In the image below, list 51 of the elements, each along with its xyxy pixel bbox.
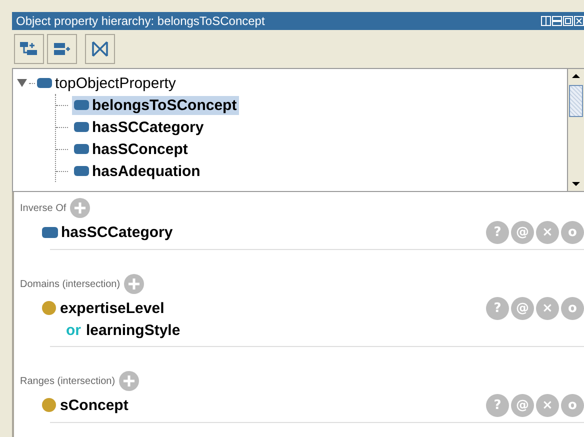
scrollbar-thumb[interactable]: [569, 85, 583, 117]
property-icon: [37, 78, 52, 88]
scrollbar[interactable]: [567, 69, 584, 191]
tree-item[interactable]: hasSConcept: [72, 140, 190, 158]
add-sibling-button[interactable]: [47, 34, 77, 64]
panel-title: Object property hierarchy: belongsToSConcept: [16, 14, 265, 28]
action-button[interactable]: @: [511, 297, 534, 320]
maximize-icon[interactable]: [563, 16, 573, 26]
section-label: Ranges (intersection): [20, 376, 116, 386]
add-sibling-icon: [53, 41, 71, 57]
action-button[interactable]: ×: [536, 221, 559, 244]
action-button[interactable]: ×: [536, 297, 559, 320]
class-icon: [42, 301, 56, 315]
action-button[interactable]: o: [561, 297, 584, 320]
add-child-icon: [20, 41, 38, 57]
section-label: Inverse Of: [20, 202, 66, 214]
tree-item[interactable]: belongsToSConcept: [72, 96, 239, 114]
tree-item[interactable]: hasAdequation: [72, 162, 202, 180]
expanded-arrow-icon[interactable]: [17, 78, 27, 88]
tree-item-label: belongsToSConcept: [92, 96, 237, 114]
property-icon: [74, 122, 89, 132]
action-button[interactable]: o: [561, 221, 584, 244]
action-button[interactable]: o: [561, 394, 584, 417]
tree-item-label: hasAdequation: [92, 162, 200, 180]
tree-item-label: hasSCCategory: [92, 118, 204, 136]
action-button[interactable]: ?: [486, 394, 509, 417]
entity-name[interactable]: sConcept: [60, 396, 128, 414]
section-label: Domains (intersection): [20, 278, 120, 290]
property-icon: [74, 144, 89, 154]
connective-keyword: or: [66, 322, 81, 338]
tree-item[interactable]: hasSCCategory: [72, 118, 206, 136]
action-button[interactable]: ×: [536, 394, 559, 417]
property-icon: [42, 226, 58, 238]
action-button[interactable]: @: [511, 394, 534, 417]
action-button[interactable]: ?: [486, 221, 509, 244]
action-button[interactable]: ?: [486, 297, 509, 320]
action-button[interactable]: @: [511, 221, 534, 244]
class-icon: [42, 398, 56, 412]
bowtie-cross-icon: [92, 40, 108, 58]
close-icon[interactable]: [574, 16, 584, 26]
add-subproperty-button[interactable]: [14, 34, 44, 64]
property-icon: [74, 166, 89, 176]
tree-item[interactable]: topObjectProperty: [55, 74, 176, 92]
entity-name[interactable]: learningStyle: [86, 322, 180, 338]
split-icon[interactable]: [541, 16, 551, 26]
entity-name[interactable]: hasSCCategory: [61, 224, 173, 240]
minimize-icon[interactable]: [552, 16, 562, 26]
tree-item-label: hasSConcept: [92, 140, 188, 158]
property-icon: [74, 100, 89, 110]
entity-name[interactable]: expertiseLevel: [60, 300, 164, 316]
delete-property-button[interactable]: [85, 34, 115, 64]
